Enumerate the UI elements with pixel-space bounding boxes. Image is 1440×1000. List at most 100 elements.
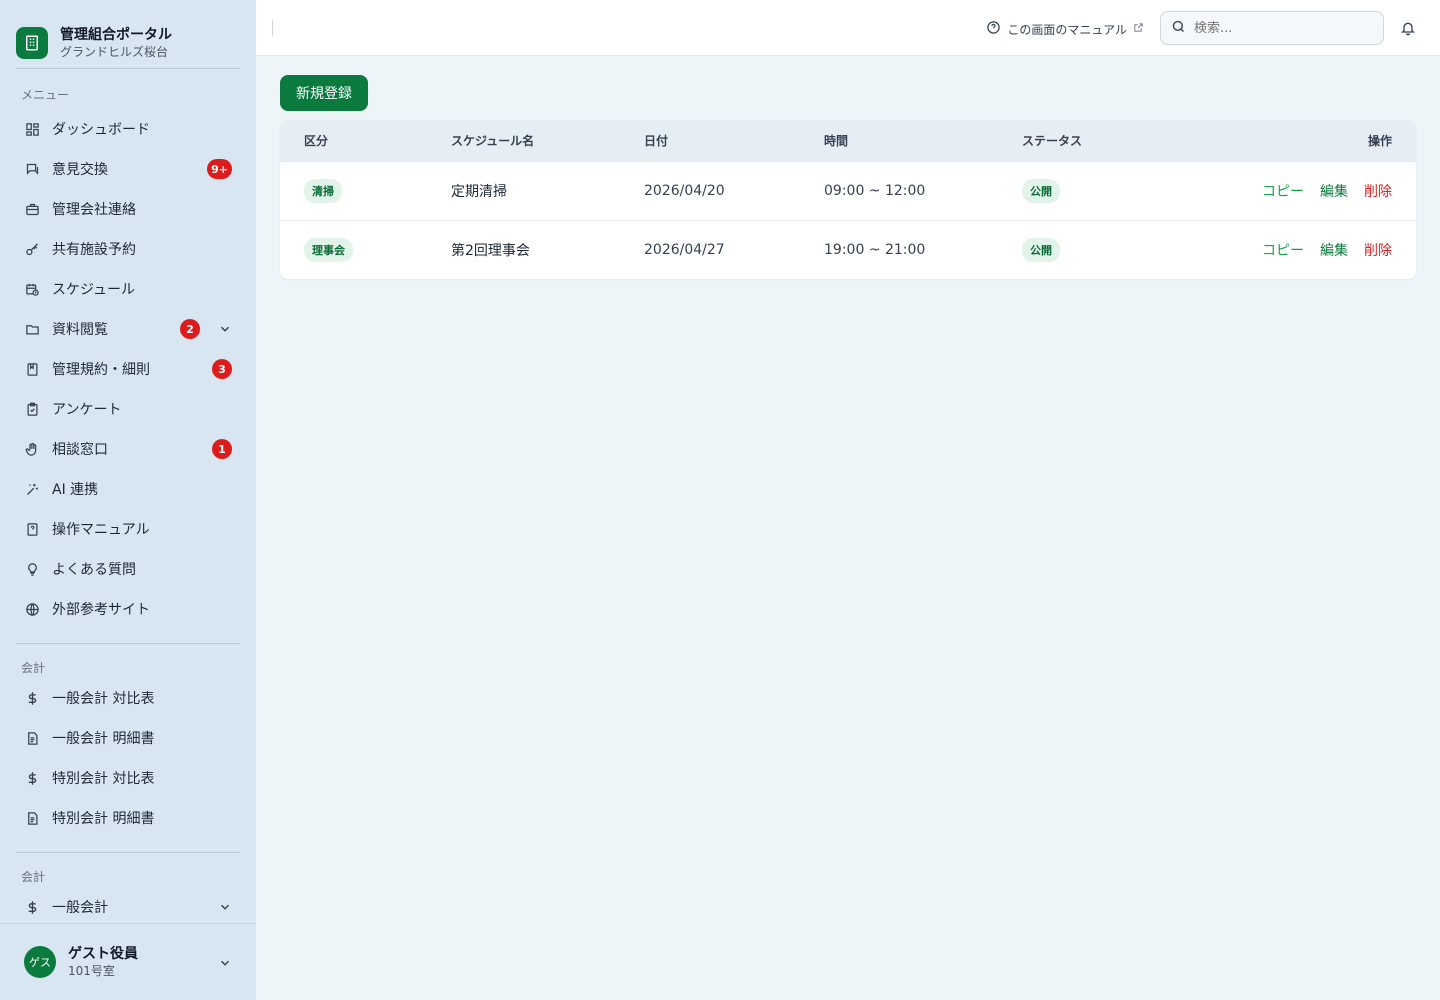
sidebar-item-label: AI 連携 (52, 482, 99, 498)
column-header: ステータス (1022, 134, 1083, 148)
schedule-time: 19:00 ~ 21:00 (824, 242, 926, 258)
column-header: 時間 (824, 134, 849, 148)
column-header: 区分 (304, 134, 329, 148)
new-button[interactable]: 新規登録 (280, 75, 368, 111)
section-label-menu: メニュー (21, 88, 70, 102)
document-icon (24, 730, 40, 746)
chevron-down-icon[interactable] (218, 322, 232, 336)
globe-icon (24, 601, 40, 617)
sidebar-item-documents[interactable]: 資料閲覧 2 (0, 309, 256, 349)
table-row[interactable]: 理事会 第2回理事会 2026/04/27 19:00 ~ 21:00 公開 コ… (280, 220, 1416, 279)
divider (272, 19, 273, 36)
hand-icon (24, 441, 40, 457)
sidebar-item-special-comparison[interactable]: 特別会計 対比表 (0, 758, 256, 798)
sidebar-item-general-accounting[interactable]: 一般会計 (0, 887, 256, 927)
sidebar-item-survey[interactable]: アンケート (0, 389, 256, 429)
chat-icon (24, 161, 40, 177)
schedule-time: 09:00 ~ 12:00 (824, 183, 926, 199)
delete-button[interactable]: 削除 (1364, 240, 1392, 260)
dollar-icon (24, 770, 40, 786)
sidebar-item-general-comparison[interactable]: 一般会計 対比表 (0, 678, 256, 718)
bell-icon[interactable] (1400, 20, 1416, 36)
sidebar-item-label: 特別会計 対比表 (52, 771, 155, 787)
sidebar-item-label: 相談窓口 (52, 442, 108, 458)
sidebar-item-label: アンケート (52, 402, 122, 418)
sidebar-item-faq[interactable]: よくある質問 (0, 549, 256, 589)
dollar-icon (24, 899, 40, 915)
copy-button[interactable]: コピー (1262, 181, 1304, 201)
sidebar-item-label: 外部参考サイト (52, 602, 150, 618)
schedule-name: 定期清掃 (451, 184, 507, 200)
status-badge: 公開 (1022, 238, 1060, 262)
book-icon (24, 361, 40, 377)
sidebar-item-label: スケジュール (52, 282, 136, 298)
user-menu[interactable]: ゲス ゲスト役員 101号室 (0, 923, 256, 1000)
sidebar-item-label: 共有施設予約 (52, 242, 136, 258)
sidebar-item-label: 操作マニュアル (52, 522, 150, 538)
main-area: この画面のマニュアル 新規登録 区分 スケジュール名 日付 時間 ステータス 操… (256, 0, 1440, 1000)
notification-badge: 2 (180, 319, 200, 339)
sidebar-item-label: 一般会計 対比表 (52, 691, 155, 707)
search-input[interactable] (1194, 20, 1364, 36)
sidebar-item-facility-booking[interactable]: 共有施設予約 (0, 229, 256, 269)
category-badge: 理事会 (304, 238, 353, 262)
chevron-down-icon[interactable] (218, 956, 232, 970)
chevron-down-icon[interactable] (218, 900, 232, 914)
manual-link[interactable]: この画面のマニュアル (986, 20, 1144, 38)
calendar-clock-icon (24, 281, 40, 297)
avatar: ゲス (24, 946, 56, 978)
sidebar-item-special-statement[interactable]: 特別会計 明細書 (0, 798, 256, 838)
sidebar-item-label: 管理会社連絡 (52, 202, 136, 218)
sidebar-item-label: よくある質問 (52, 562, 136, 578)
table-row[interactable]: 清掃 定期清掃 2026/04/20 09:00 ~ 12:00 公開 コピー … (280, 161, 1416, 220)
document-icon (24, 810, 40, 826)
section-label-accounting: 会計 (21, 661, 46, 675)
category-badge: 清掃 (304, 179, 342, 203)
sidebar-item-manual[interactable]: 操作マニュアル (0, 509, 256, 549)
clipboard-icon (24, 401, 40, 417)
column-header: スケジュール名 (451, 134, 535, 148)
notification-badge: 3 (212, 359, 232, 379)
column-header: 操作 (1367, 134, 1392, 148)
sidebar: 管理組合ポータル グランドヒルズ桜台 メニュー ダッシュボード 意見交換 9+ … (0, 0, 256, 1000)
sidebar-item-label: 資料閲覧 (52, 322, 108, 338)
user-room: 101号室 (68, 964, 115, 978)
sidebar-item-schedule[interactable]: スケジュール (0, 269, 256, 309)
sidebar-item-consultation[interactable]: 相談窓口 1 (0, 429, 256, 469)
manual-link-label: この画面のマニュアル (1007, 22, 1127, 37)
help-circle-icon (986, 20, 1001, 38)
top-bar: この画面のマニュアル (256, 0, 1440, 56)
edit-button[interactable]: 編集 (1320, 181, 1348, 201)
brand-subtitle: グランドヒルズ桜台 (60, 44, 169, 59)
sidebar-item-label: 一般会計 明細書 (52, 731, 155, 747)
copy-button[interactable]: コピー (1262, 240, 1304, 260)
schedule-date: 2026/04/27 (644, 242, 725, 258)
edit-button[interactable]: 編集 (1320, 240, 1348, 260)
notification-badge: 9+ (207, 159, 232, 179)
content: 新規登録 区分 スケジュール名 日付 時間 ステータス 操作 清掃 定期清掃 2… (256, 56, 1440, 298)
search-icon (1171, 19, 1186, 38)
sidebar-item-rules[interactable]: 管理規約・細則 3 (0, 349, 256, 389)
sparkle-icon (24, 481, 40, 497)
schedule-date: 2026/04/20 (644, 183, 725, 199)
sidebar-item-label: ダッシュボード (52, 122, 150, 138)
brand[interactable]: 管理組合ポータル グランドヒルズ桜台 (0, 0, 256, 68)
brand-title: 管理組合ポータル (60, 26, 172, 43)
sidebar-item-label: 管理規約・細則 (52, 362, 150, 378)
folder-icon (24, 321, 40, 337)
section-label-accounting-2: 会計 (21, 870, 46, 884)
sidebar-item-external-sites[interactable]: 外部参考サイト (0, 589, 256, 629)
schedule-name: 第2回理事会 (451, 243, 530, 259)
sidebar-item-general-statement[interactable]: 一般会計 明細書 (0, 718, 256, 758)
lightbulb-icon (24, 561, 40, 577)
table-header: 区分 スケジュール名 日付 時間 ステータス 操作 (280, 120, 1416, 161)
search-box[interactable] (1160, 11, 1384, 45)
sidebar-item-ai[interactable]: AI 連携 (0, 469, 256, 509)
sidebar-item-discussion[interactable]: 意見交換 9+ (0, 149, 256, 189)
delete-button[interactable]: 削除 (1364, 181, 1392, 201)
key-icon (24, 241, 40, 257)
sidebar-item-dashboard[interactable]: ダッシュボード (0, 109, 256, 149)
sidebar-item-management-contact[interactable]: 管理会社連絡 (0, 189, 256, 229)
dashboard-icon (24, 121, 40, 137)
manual-icon (24, 521, 40, 537)
